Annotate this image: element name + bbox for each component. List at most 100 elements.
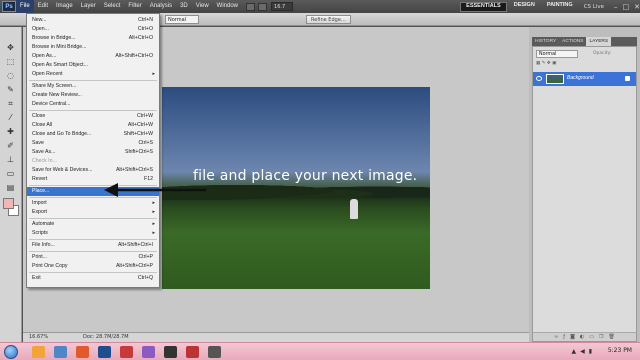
menu-item-browse-in-bridge[interactable]: Browse in Bridge... Alt+Ctrl+O xyxy=(27,34,159,43)
menu-item-label: Scripts xyxy=(32,230,48,236)
menu-item-open[interactable]: Open... Ctrl+O xyxy=(27,25,159,34)
acrobat-taskbar-icon[interactable] xyxy=(120,346,133,358)
quick-selection-icon[interactable]: ✎ xyxy=(3,83,18,96)
submenu-arrow-icon: ▸ xyxy=(152,230,155,236)
launch-bridge-icon[interactable] xyxy=(246,2,256,11)
menu-file[interactable]: File xyxy=(16,0,34,13)
tab-actions[interactable]: ACTIONS xyxy=(559,37,586,46)
document-size-info[interactable]: Doc: 28.7M/28.7M xyxy=(83,333,129,342)
menu-window[interactable]: Window xyxy=(213,0,242,13)
menu-item-open-recent[interactable]: Open Recent ▸ xyxy=(27,70,159,79)
visibility-eye-icon[interactable] xyxy=(536,76,542,81)
menu-item-label: Share My Screen... xyxy=(32,83,77,89)
blend-mode-select[interactable]: Normal xyxy=(536,50,578,58)
maximize-icon[interactable]: □ xyxy=(623,3,630,11)
menu-item-open-as[interactable]: Open As... Alt+Shift+Ctrl+O xyxy=(27,52,159,61)
menu-item-save-for-web-devices[interactable]: Save for Web & Devices... Alt+Shift+Ctrl+… xyxy=(27,166,159,175)
menu-item-device-central[interactable]: Device Central... xyxy=(27,100,159,109)
crop-tool-icon[interactable]: ⌗ xyxy=(3,97,18,110)
new-layer-icon[interactable]: ❐ xyxy=(599,334,603,340)
menu-3d[interactable]: 3D xyxy=(176,0,192,13)
menu-item-open-as-smart-object[interactable]: Open As Smart Object... xyxy=(27,61,159,70)
lasso-tool-icon[interactable]: ◌ xyxy=(3,69,18,82)
menu-item-create-new-review[interactable]: Create New Review... xyxy=(27,91,159,100)
refine-edge-button[interactable]: Refine Edge... xyxy=(306,15,351,24)
menu-item-check-in: Check In... xyxy=(27,157,159,166)
cs-live-button[interactable]: CS Live xyxy=(584,4,604,10)
start-button-icon[interactable] xyxy=(4,345,18,359)
menu-item-print[interactable]: Print... Ctrl+P xyxy=(27,253,159,262)
ie-taskbar-icon[interactable] xyxy=(54,346,67,358)
layer-style-icon[interactable]: ƒ xyxy=(563,334,565,340)
menu-layer[interactable]: Layer xyxy=(77,0,100,13)
workspace-design[interactable]: DESIGN xyxy=(509,2,540,12)
menu-item-shortcut: Alt+Shift+Ctrl+O xyxy=(115,53,153,59)
menu-item-save[interactable]: Save Ctrl+S xyxy=(27,139,159,148)
clone-stamp-icon[interactable]: ⊥ xyxy=(3,153,18,166)
menu-image[interactable]: Image xyxy=(52,0,77,13)
menu-item-save-as[interactable]: Save As... Shift+Ctrl+S xyxy=(27,148,159,157)
style-select[interactable]: Normal xyxy=(165,15,199,24)
brush-tool-icon[interactable]: ✐ xyxy=(3,139,18,152)
layer-row-background[interactable]: Background xyxy=(533,72,636,86)
new-group-icon[interactable]: ▭ xyxy=(589,334,594,340)
menu-item-import[interactable]: Import ▸ xyxy=(27,199,159,208)
firefox-taskbar-icon[interactable] xyxy=(76,346,89,358)
menu-item-close-all[interactable]: Close All Alt+Ctrl+W xyxy=(27,121,159,130)
lock-position-icon[interactable]: ✥ xyxy=(547,61,551,66)
move-tool-icon[interactable]: ✥ xyxy=(3,41,18,54)
menu-select[interactable]: Select xyxy=(100,0,125,13)
menu-item-shortcut: Alt+Ctrl+O xyxy=(128,35,153,41)
close-icon[interactable]: ✕ xyxy=(634,3,640,11)
pdf-taskbar-icon[interactable] xyxy=(186,346,199,358)
launch-mini-bridge-icon[interactable] xyxy=(258,2,268,11)
zoom-level-field[interactable]: 16.7 xyxy=(271,2,294,11)
gradient-tool-icon[interactable]: ▤ xyxy=(3,181,18,194)
menu-filter[interactable]: Filter xyxy=(124,0,145,13)
menu-item-share-my-screen[interactable]: Share My Screen... xyxy=(27,82,159,91)
network-icon[interactable]: ▲ xyxy=(571,348,576,355)
battery-icon[interactable]: ▮ xyxy=(589,348,592,355)
eraser-tool-icon[interactable]: ▭ xyxy=(3,167,18,180)
lock-transparent-icon[interactable]: ▦ xyxy=(536,61,540,66)
photoshop-logo: Ps xyxy=(2,1,16,12)
healing-brush-icon[interactable]: ✚ xyxy=(3,125,18,138)
media-taskbar-icon[interactable] xyxy=(164,346,177,358)
volume-icon[interactable]: ◀ xyxy=(580,348,585,355)
marquee-tool-icon[interactable]: ⬚ xyxy=(3,55,18,68)
tab-layers[interactable]: LAYERS xyxy=(586,37,612,46)
adjustment-layer-icon[interactable]: ◐ xyxy=(580,334,584,340)
workspace-painting[interactable]: PAINTING xyxy=(542,2,578,12)
delete-layer-icon[interactable]: 🗑 xyxy=(609,334,615,340)
menu-edit[interactable]: Edit xyxy=(34,0,52,13)
system-clock[interactable]: 5:23 PM xyxy=(608,347,632,354)
editor-taskbar-icon[interactable] xyxy=(208,346,221,358)
lock-image-icon[interactable]: ✎ xyxy=(542,61,546,66)
layer-mask-icon[interactable]: ◙ xyxy=(570,334,575,340)
app-taskbar-icon[interactable] xyxy=(142,346,155,358)
explorer-taskbar-icon[interactable] xyxy=(32,346,45,358)
menu-item-label: Check In... xyxy=(32,158,57,164)
foreground-color-swatch[interactable] xyxy=(3,198,14,209)
menu-item-exit[interactable]: Exit Ctrl+Q xyxy=(27,274,159,283)
menu-item-export[interactable]: Export ▸ xyxy=(27,208,159,217)
menu-item-browse-in-mini-bridge[interactable]: Browse in Mini Bridge... xyxy=(27,43,159,52)
minimize-icon[interactable]: – xyxy=(614,3,618,11)
panel-tab-bar: HISTORY ACTIONS LAYERS xyxy=(532,37,637,46)
eyedropper-icon[interactable]: ⁄ xyxy=(3,111,18,124)
workspace-essentials[interactable]: ESSENTIALS xyxy=(460,1,507,12)
menu-item-close[interactable]: Close Ctrl+W xyxy=(27,112,159,121)
menu-item-automate[interactable]: Automate ▸ xyxy=(27,220,159,229)
menu-item-print-one-copy[interactable]: Print One Copy Alt+Shift+Ctrl+P xyxy=(27,262,159,271)
link-layers-icon[interactable]: ∞ xyxy=(554,334,558,340)
menu-item-close-and-go-to-bridge[interactable]: Close and Go To Bridge... Shift+Ctrl+W xyxy=(27,130,159,139)
status-zoom[interactable]: 16.67% xyxy=(29,333,48,342)
menu-item-new[interactable]: New... Ctrl+N xyxy=(27,16,159,25)
menu-item-file-info[interactable]: File Info... Alt+Shift+Ctrl+I xyxy=(27,241,159,250)
lock-all-icon[interactable]: ▣ xyxy=(552,61,556,66)
photoshop-taskbar-icon[interactable] xyxy=(98,346,111,358)
tab-history[interactable]: HISTORY xyxy=(532,37,559,46)
menu-item-scripts[interactable]: Scripts ▸ xyxy=(27,229,159,238)
menu-view[interactable]: View xyxy=(192,0,213,13)
menu-analysis[interactable]: Analysis xyxy=(146,0,176,13)
